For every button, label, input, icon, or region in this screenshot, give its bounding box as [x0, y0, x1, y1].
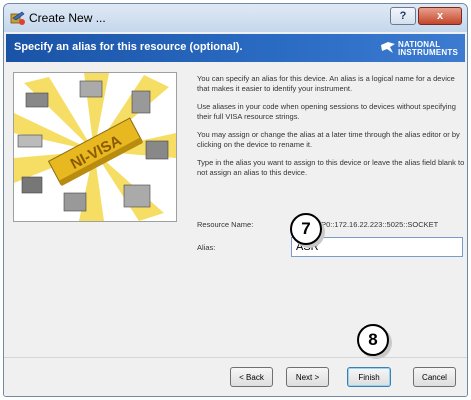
description-paragraph: You may assign or change the alias at a …	[197, 130, 460, 149]
device-icon	[17, 134, 43, 148]
device-icon	[131, 90, 151, 114]
alias-label: Alias:	[197, 243, 216, 252]
description: You can specify an alias for this device…	[197, 74, 465, 186]
resource-name-value: TCPIP0::172.16.22.223::5025::SOCKET	[304, 220, 439, 229]
device-icon	[25, 92, 49, 108]
visa-illustration: NI-VISA	[13, 72, 177, 222]
cancel-button[interactable]: Cancel	[413, 367, 456, 387]
back-button[interactable]: < Back	[230, 367, 273, 387]
step-header: Specify an alias for this resource (opti…	[6, 34, 465, 62]
step-7-callout: 7	[290, 213, 322, 245]
window-title: Create New ...	[29, 11, 106, 25]
device-icon	[79, 80, 103, 98]
next-button[interactable]: Next >	[286, 367, 329, 387]
title-bar[interactable]: Create New ... ? x	[4, 4, 467, 32]
ni-logo: NATIONAL INSTRUMENTS	[381, 39, 459, 57]
device-icon	[123, 184, 151, 208]
device-icon	[145, 140, 169, 160]
close-button[interactable]: x	[418, 7, 462, 25]
step-heading: Specify an alias for this resource (opti…	[14, 41, 243, 53]
device-icon	[21, 176, 43, 194]
eagle-icon	[381, 42, 395, 53]
description-paragraph: Use aliases in your code when opening se…	[197, 102, 456, 121]
description-paragraph: Type in the alias you want to assign to …	[197, 158, 465, 177]
description-paragraph: You can specify an alias for this device…	[197, 74, 455, 93]
resource-name-label: Resource Name:	[197, 220, 254, 229]
step-8-callout: 8	[357, 324, 389, 356]
logo-line-2: INSTRUMENTS	[398, 48, 458, 57]
help-button[interactable]: ?	[390, 7, 416, 25]
create-new-dialog: Create New ... ? x Specify an alias for …	[3, 3, 468, 397]
visa-illustration-graphic: NI-VISA	[14, 73, 176, 221]
finish-button[interactable]: Finish	[347, 367, 391, 387]
button-bar: < Back Next > Finish Cancel	[4, 357, 467, 396]
app-icon	[10, 11, 25, 25]
device-icon	[63, 192, 87, 212]
